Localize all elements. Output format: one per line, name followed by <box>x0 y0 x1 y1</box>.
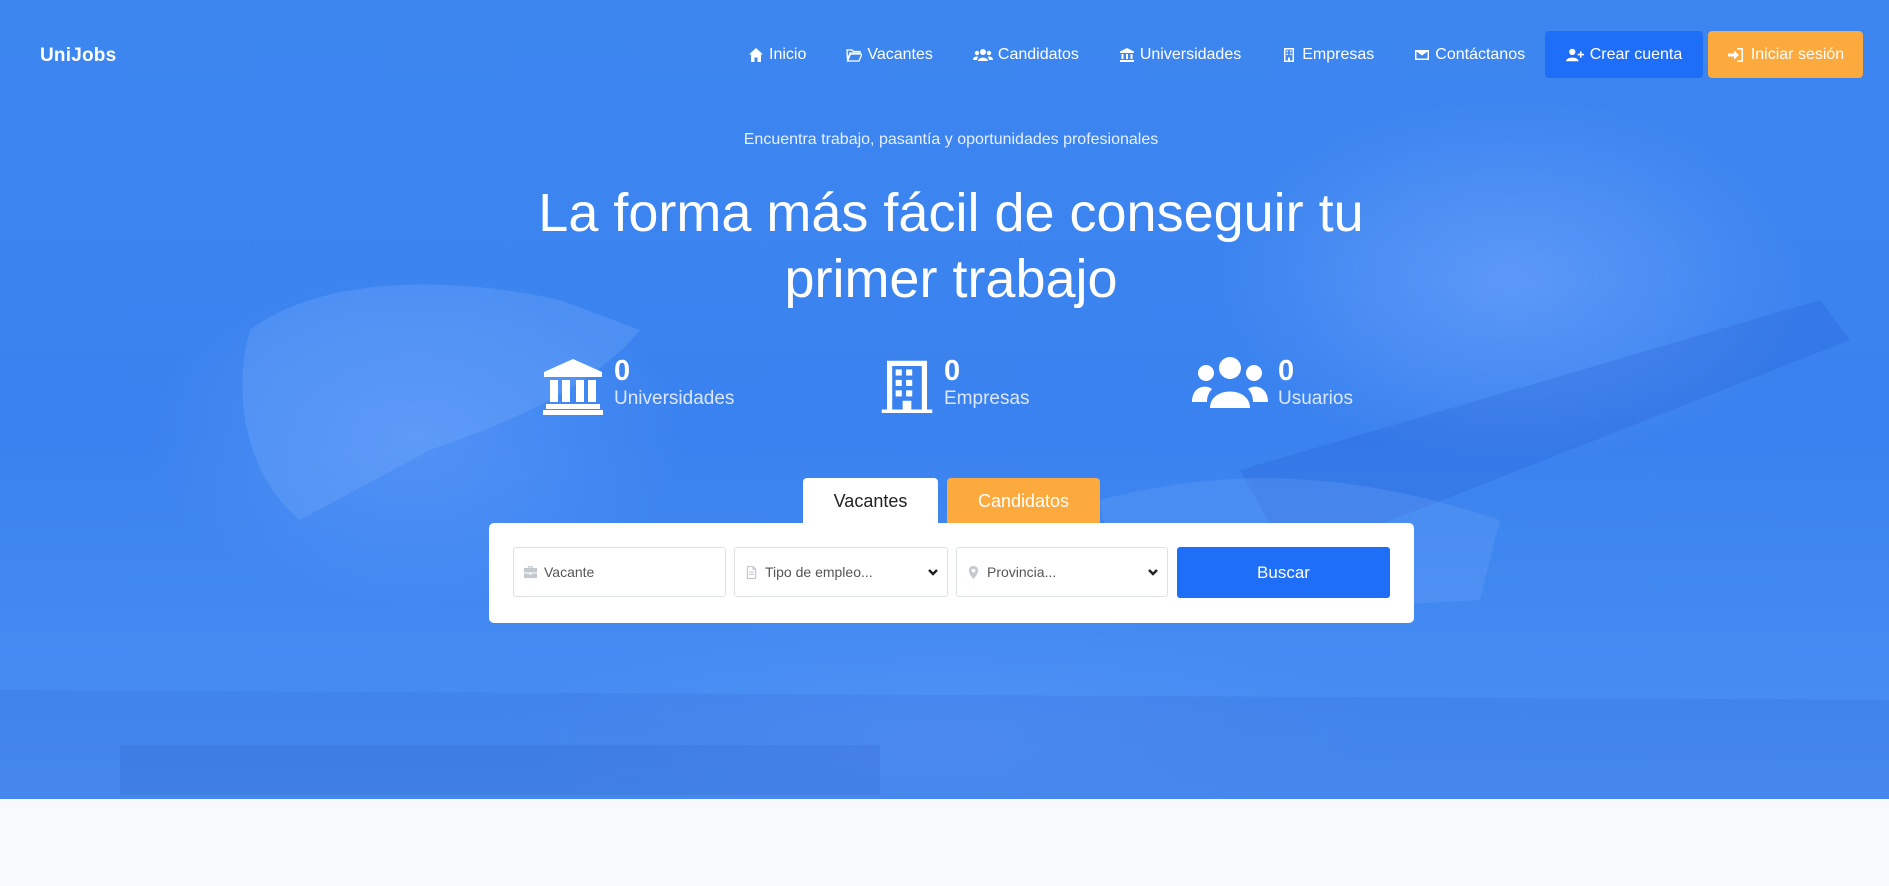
nav-vacantes-label: Vacantes <box>867 46 933 63</box>
stat-usuarios-label: Usuarios <box>1278 388 1353 409</box>
nav-vacantes[interactable]: Vacantes <box>846 46 933 64</box>
stat-universidades: 0 Universidades <box>542 355 734 417</box>
building-icon <box>881 360 933 413</box>
nav-universidades-label: Universidades <box>1139 46 1242 63</box>
nav-universidades[interactable]: Universidades <box>1119 46 1241 64</box>
search-card: Vacante Tipo de empleo... Provincia... B… <box>489 523 1414 623</box>
login-button[interactable]: Iniciar sesión <box>1708 31 1863 78</box>
chevron-down-icon <box>928 569 938 576</box>
map-marker-icon <box>968 565 979 579</box>
vacancy-input[interactable]: Vacante <box>513 547 726 597</box>
nav-contactanos[interactable]: Contáctanos <box>1414 46 1525 64</box>
tab-vacantes[interactable]: Vacantes <box>803 478 938 524</box>
hero-headline-line2: primer trabajo <box>784 249 1118 309</box>
users-icon <box>1192 357 1268 408</box>
home-icon <box>749 48 763 62</box>
brand-logo[interactable]: UniJobs <box>40 45 116 67</box>
nav-inicio[interactable]: Inicio <box>748 46 806 64</box>
stat-usuarios-value: 0 <box>1278 355 1295 387</box>
university-icon <box>1119 48 1134 62</box>
nav-empresas[interactable]: Empresas <box>1281 46 1374 64</box>
create-account-label: Crear cuenta <box>1589 45 1683 63</box>
stat-usuarios: 0 Usuarios <box>1192 355 1353 411</box>
sign-in-icon <box>1727 47 1743 62</box>
nav-contactanos-label: Contáctanos <box>1435 46 1526 63</box>
login-label: Iniciar sesión <box>1750 45 1845 63</box>
stat-universidades-value: 0 <box>614 355 631 387</box>
building-icon <box>1284 48 1295 62</box>
hero-headline: La forma más fácil de conseguir tu prime… <box>0 180 1889 312</box>
search-button[interactable]: Buscar <box>1177 547 1390 598</box>
hero-tagline: Encuentra trabajo, pasantía y oportunida… <box>743 131 1159 148</box>
stat-universidades-label: Universidades <box>614 388 735 409</box>
stat-empresas-value: 0 <box>944 355 961 387</box>
nav-empresas-label: Empresas <box>1302 46 1375 63</box>
job-type-selected: Tipo de empleo... <box>765 564 873 580</box>
nav-inicio-label: Inicio <box>769 46 807 63</box>
main-nav: Inicio Vacantes Candidatos Universidades… <box>748 0 1565 110</box>
create-account-button[interactable]: Crear cuenta <box>1545 31 1703 78</box>
vacancy-input-placeholder: Vacante <box>544 564 595 580</box>
stat-empresas-label: Empresas <box>944 388 1030 409</box>
nav-candidatos[interactable]: Candidatos <box>972 46 1079 64</box>
folder-open-icon <box>846 49 863 62</box>
envelope-icon <box>1415 50 1430 60</box>
tab-candidatos[interactable]: Candidatos <box>947 478 1100 524</box>
user-plus-icon <box>1565 48 1584 61</box>
file-icon <box>746 565 757 579</box>
briefcase-icon <box>523 565 538 578</box>
job-type-select[interactable]: Tipo de empleo... <box>734 547 948 597</box>
province-selected: Provincia... <box>987 564 1057 580</box>
province-select[interactable]: Provincia... <box>956 547 1168 597</box>
chevron-down-icon <box>1148 569 1158 576</box>
page-content-area <box>0 799 1889 886</box>
hero-section: UniJobs Inicio Vacantes Candidatos Unive… <box>0 0 1889 799</box>
stat-empresas: 0 Empresas <box>880 355 1030 417</box>
university-icon <box>543 359 603 415</box>
users-icon <box>972 49 993 61</box>
nav-candidatos-label: Candidatos <box>997 46 1079 63</box>
hero-headline-line1: La forma más fácil de conseguir tu <box>538 183 1364 243</box>
